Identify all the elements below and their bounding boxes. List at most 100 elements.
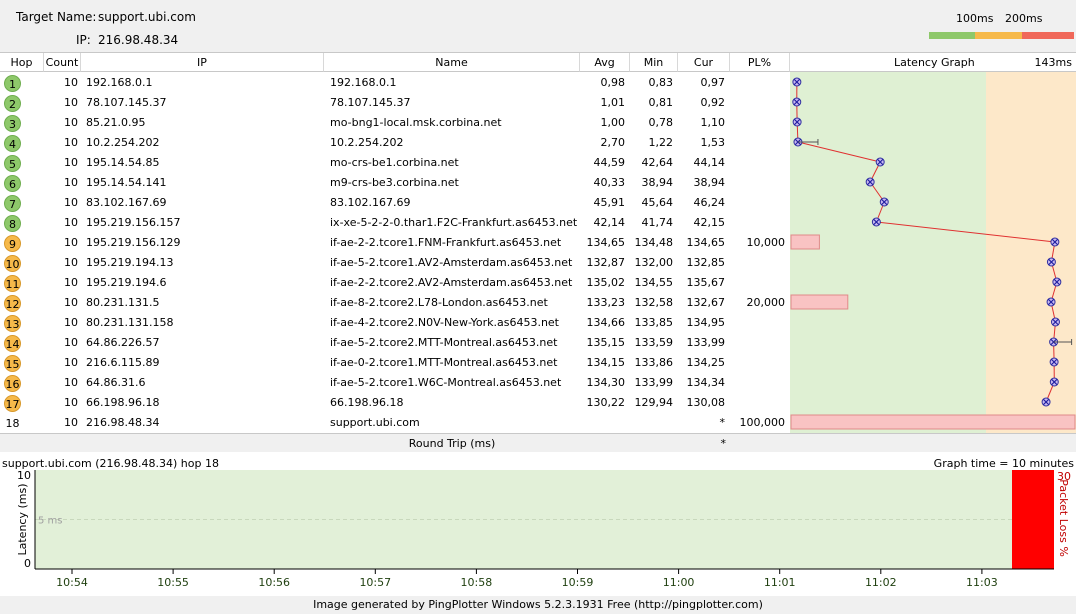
hop-avg: 134,66 <box>586 316 626 329</box>
ip-label: IP: <box>76 33 91 47</box>
timeline-y-label: Latency (ms) <box>16 483 29 555</box>
hop-count: 10 <box>64 216 78 229</box>
hop-name: 192.168.0.1 <box>330 76 397 89</box>
hop-number-badge: 13 <box>4 315 21 332</box>
hop-pl <box>730 133 785 153</box>
hop-ip: 10.2.254.202 <box>86 136 160 149</box>
hop-ip: 195.219.156.129 <box>86 236 181 249</box>
hop-number-badge: 6 <box>4 175 21 192</box>
hop-ip: 64.86.226.57 <box>86 336 160 349</box>
hop-pl <box>730 93 785 113</box>
hop-count: 10 <box>64 256 78 269</box>
hop-number-badge: 7 <box>4 195 21 212</box>
hop-pl: 10,000 <box>746 236 786 249</box>
hop-number-badge: 5 <box>4 155 21 172</box>
timeline-x-tick: 10:54 <box>56 576 88 589</box>
hop-min: 0,83 <box>648 76 674 89</box>
hop-avg: 133,23 <box>586 296 626 309</box>
timeline-title: support.ubi.com (216.98.48.34) hop 18 <box>2 457 219 470</box>
hop-min: 133,86 <box>634 356 674 369</box>
hop-pl <box>730 393 785 413</box>
col-pl[interactable]: PL% <box>730 53 790 72</box>
legend-200ms: 200ms <box>1005 12 1043 25</box>
hop-name: if-ae-2-2.tcore1.FNM-Frankfurt.as6453.ne… <box>330 236 562 249</box>
hop-avg: 2,70 <box>600 136 626 149</box>
hop-count: 10 <box>64 296 78 309</box>
target-name-label: Target Name: <box>16 10 97 24</box>
hop-avg: 0,98 <box>600 76 626 89</box>
hop-pl <box>730 253 785 273</box>
hop-min: 132,58 <box>634 296 674 309</box>
hop-name: if-ae-5-2.tcore1.W6C-Montreal.as6453.net <box>330 376 562 389</box>
hop-count: 10 <box>64 236 78 249</box>
hop-cur: 42,15 <box>693 216 726 229</box>
hop-avg: 134,15 <box>586 356 626 369</box>
packet-loss-bar <box>790 234 820 250</box>
hop-avg: 135,02 <box>586 276 626 289</box>
hop-number-badge: 15 <box>4 355 21 372</box>
hop-number-badge: 14 <box>4 335 21 352</box>
latency-graph-label: Latency Graph <box>894 56 975 69</box>
hop-pl <box>730 333 785 353</box>
hop-name: if-ae-4-2.tcore2.N0V-New-York.as6453.net <box>330 316 559 329</box>
hop-avg: 1,01 <box>600 96 626 109</box>
timeline-x-tick: 11:02 <box>865 576 897 589</box>
hop-number-badge: 11 <box>4 275 21 292</box>
hop-min: 1,22 <box>648 136 674 149</box>
hop-count: 10 <box>64 156 78 169</box>
hop-number-badge: 2 <box>4 95 21 112</box>
hop-pl <box>730 113 785 133</box>
hop-cur: 132,85 <box>686 256 726 269</box>
hop-number-badge: 17 <box>4 395 21 412</box>
hop-ip: 195.14.54.141 <box>86 176 167 189</box>
hop-min: 134,55 <box>634 276 674 289</box>
hop-ip: 80.231.131.5 <box>86 296 160 309</box>
hop-pl <box>730 273 785 293</box>
hop-count: 10 <box>64 176 78 189</box>
hop-number-badge: 1 <box>4 75 21 92</box>
hop-ip: 66.198.96.18 <box>86 396 160 409</box>
graph-zone-warn <box>986 72 1076 433</box>
header: Target Name: support.ubi.com IP: 216.98.… <box>0 0 1076 52</box>
hop-min: 129,94 <box>634 396 674 409</box>
col-avg[interactable]: Avg <box>580 53 630 72</box>
hop-cur: 1,53 <box>700 136 726 149</box>
hop-name: 66.198.96.18 <box>330 396 404 409</box>
graph-zone-good <box>790 72 987 433</box>
graph-time-label[interactable]: Graph time = 10 minutes <box>934 457 1074 470</box>
hop-number-badge: 8 <box>4 215 21 232</box>
hop-ip: 195.219.156.157 <box>86 216 181 229</box>
hop-cur: 133,99 <box>686 336 726 349</box>
hop-name: mo-crs-be1.corbina.net <box>330 156 459 169</box>
timeline-x-tick: 10:58 <box>461 576 493 589</box>
col-min[interactable]: Min <box>630 53 678 72</box>
hop-number-badge: 3 <box>4 115 21 132</box>
ip-value: 216.98.48.34 <box>98 33 179 47</box>
hop-cur: 134,25 <box>686 356 726 369</box>
target-name-value[interactable]: support.ubi.com <box>98 10 196 24</box>
hop-cur: 46,24 <box>693 196 726 209</box>
col-count[interactable]: Count <box>44 53 81 72</box>
col-name[interactable]: Name <box>324 53 580 72</box>
hop-name: if-ae-5-2.tcore2.MTT-Montreal.as6453.net <box>330 336 558 349</box>
col-cur[interactable]: Cur <box>678 53 730 72</box>
col-ip[interactable]: IP <box>81 53 324 72</box>
hop-count: 10 <box>64 396 78 409</box>
hop-ip: 195.219.194.6 <box>86 276 167 289</box>
hop-name: 10.2.254.202 <box>330 136 404 149</box>
hop-number-badge: 12 <box>4 295 21 312</box>
timeline-graph[interactable]: 5 ms100Latency (ms)30Packet Loss %10:54 1… <box>0 470 1076 596</box>
hop-count: 10 <box>64 376 78 389</box>
hop-cur: 0,97 <box>700 76 726 89</box>
legend-bad-bar <box>1022 32 1074 39</box>
hop-cur: 134,95 <box>686 316 726 329</box>
hop-number-badge: 9 <box>4 235 21 252</box>
hop-name: if-ae-5-2.tcore1.AV2-Amsterdam.as6453.ne… <box>330 256 573 269</box>
hop-avg: 45,91 <box>593 196 626 209</box>
col-hop[interactable]: Hop <box>0 53 44 72</box>
hop-pl <box>730 353 785 373</box>
hop-cur: 0,92 <box>700 96 726 109</box>
timeline-panel: support.ubi.com (216.98.48.34) hop 18 Gr… <box>0 452 1076 597</box>
col-latency-graph[interactable]: Latency Graph 143ms <box>790 53 1076 72</box>
timeline-packet-loss-block <box>1012 470 1054 569</box>
